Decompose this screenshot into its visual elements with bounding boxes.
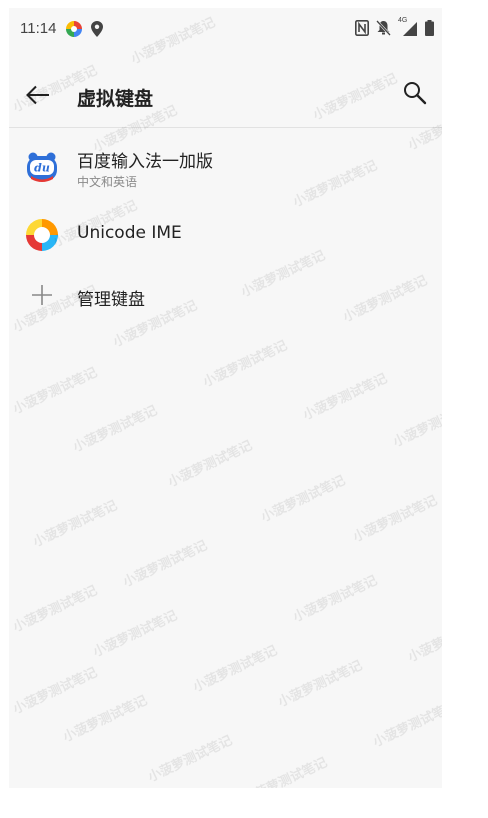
watermark-text: 小菠萝测试笔记	[60, 693, 150, 746]
watermark-text: 小菠萝测试笔记	[10, 365, 100, 418]
settings-screen: 11:14 4G 虚拟键盘 du 百度输入法一加版 中文和英语 Unicode …	[9, 8, 442, 788]
watermark-text: 小菠萝测试笔记	[120, 538, 210, 591]
watermark-text: 小菠萝测试笔记	[145, 733, 235, 786]
search-button[interactable]	[400, 78, 430, 108]
watermark-text: 小菠萝测试笔记	[165, 438, 255, 491]
baidu-ime-icon: du	[25, 150, 59, 184]
toolbar: 虚拟键盘	[9, 64, 442, 128]
status-time: 11:14	[20, 20, 57, 37]
watermark-text: 小菠萝测试笔记	[10, 583, 100, 636]
svg-text:du: du	[34, 162, 50, 175]
watermark-text: 小菠萝测试笔记	[390, 398, 442, 451]
watermark-text: 小菠萝测试笔记	[370, 698, 442, 751]
keyboard-subtitle: 中文和英语	[77, 175, 138, 189]
watermark-text: 小菠萝测试笔记	[405, 613, 442, 666]
unicode-ime-icon	[25, 218, 59, 252]
signal-4g-icon: 4G	[398, 17, 418, 36]
search-icon	[404, 82, 427, 105]
battery-icon	[425, 20, 434, 36]
keyboard-item-unicode[interactable]: Unicode IME	[9, 208, 442, 264]
mute-icon	[376, 20, 391, 36]
watermark-text: 小菠萝测试笔记	[190, 643, 280, 696]
manage-keyboards-label: 管理键盘	[77, 290, 145, 310]
watermark-text: 小菠萝测试笔记	[30, 498, 120, 551]
watermark-text: 小菠萝测试笔记	[290, 573, 380, 626]
watermark-text: 小菠萝测试笔记	[240, 755, 330, 788]
arrow-left-icon	[26, 85, 49, 105]
status-icons: 4G	[355, 17, 434, 37]
watermark-text: 小菠萝测试笔记	[275, 658, 365, 711]
watermark-text: 小菠萝测试笔记	[258, 473, 348, 526]
watermark-text: 小菠萝测试笔记	[300, 371, 390, 424]
keyboard-title: 百度输入法一加版	[77, 152, 213, 172]
location-icon	[91, 21, 103, 37]
watermark-text: 小菠萝测试笔记	[200, 338, 290, 391]
watermark-text: 小菠萝测试笔记	[70, 403, 160, 456]
multicolor-app-icon	[66, 21, 82, 37]
watermark-text: 小菠萝测试笔记	[350, 493, 440, 546]
keyboard-item-baidu[interactable]: du 百度输入法一加版 中文和英语	[9, 138, 442, 200]
toolbar-divider	[9, 127, 442, 128]
page-title: 虚拟键盘	[77, 88, 154, 110]
plus-icon	[29, 282, 55, 308]
nfc-icon	[355, 20, 369, 36]
manage-keyboards-item[interactable]: 管理键盘	[9, 270, 442, 326]
back-button[interactable]	[23, 80, 53, 110]
watermark-text: 小菠萝测试笔记	[90, 608, 180, 661]
status-bar: 11:14 4G	[9, 8, 442, 48]
keyboard-title: Unicode IME	[77, 223, 182, 243]
watermark-text: 小菠萝测试笔记	[10, 665, 100, 718]
